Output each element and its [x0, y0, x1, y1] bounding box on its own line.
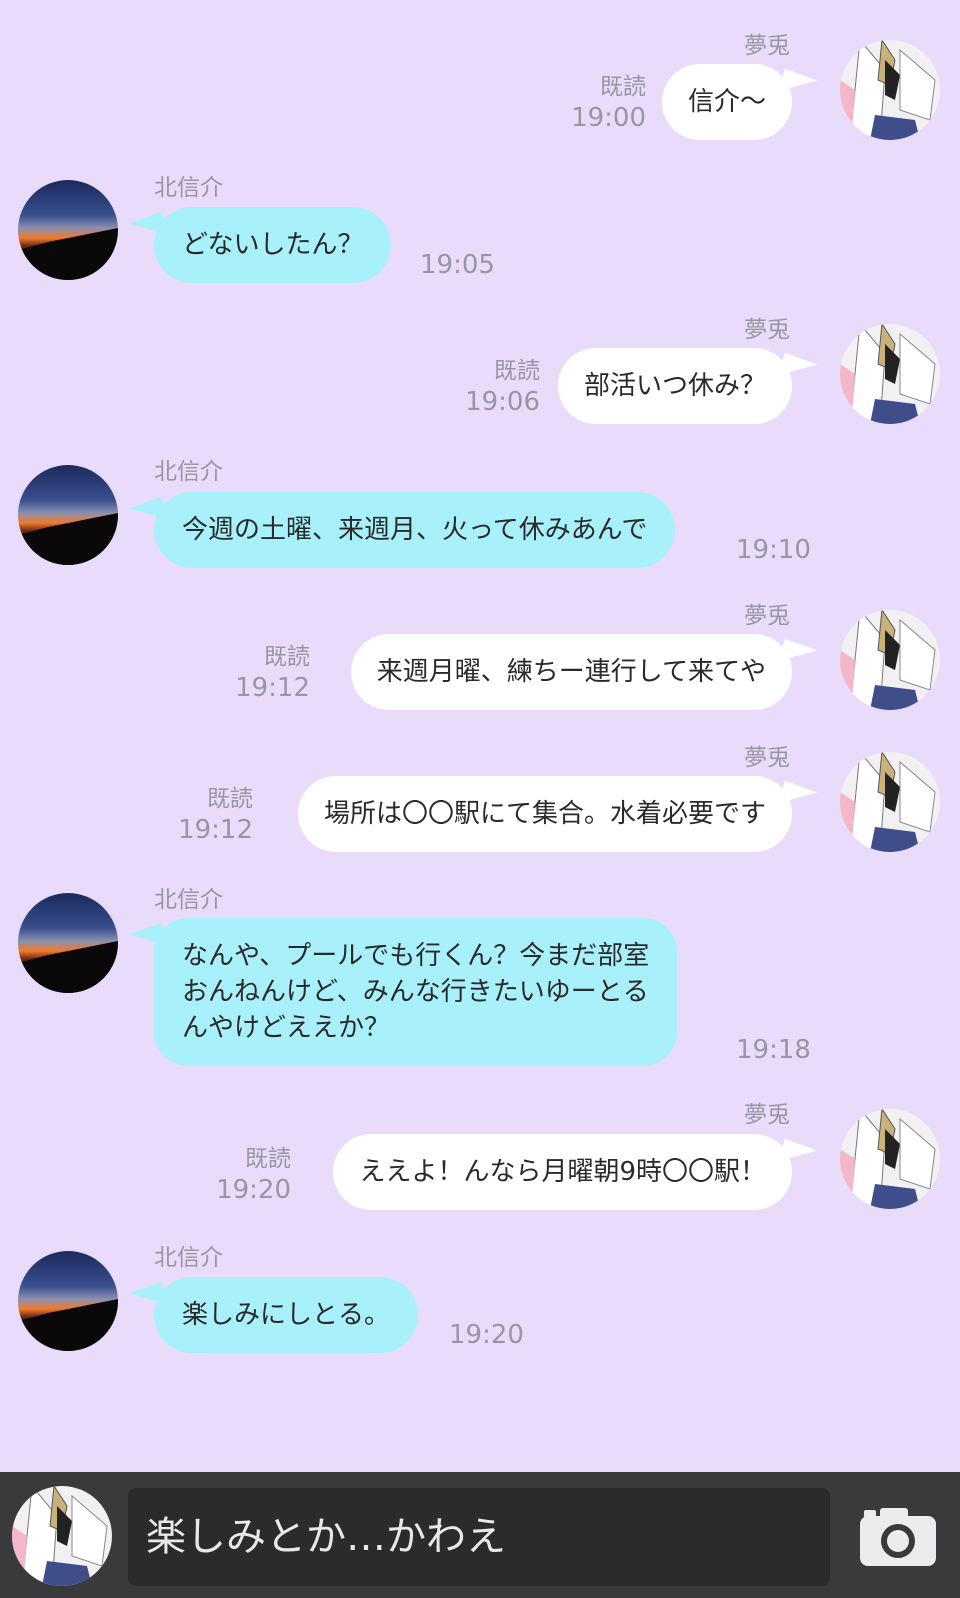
- read-status: 既読: [245, 1146, 291, 1172]
- anime-character-image: [840, 324, 940, 424]
- anime-character-image: [840, 1109, 940, 1209]
- sender-name: 北信介: [154, 459, 223, 485]
- sender-name: 夢兎: [744, 317, 790, 343]
- read-status: 既読: [600, 74, 646, 100]
- input-bar: 楽しみとか…かわえ: [0, 1472, 960, 1598]
- self-avatar[interactable]: [840, 610, 940, 710]
- message-meta: 既読 19:12: [235, 642, 310, 704]
- anime-character-image: [840, 610, 940, 710]
- timestamp: 19:12: [178, 815, 253, 845]
- sunset-photo: [18, 465, 118, 565]
- anime-character-image: [12, 1486, 112, 1586]
- message-bubble-received[interactable]: 楽しみにしとる。: [154, 1277, 419, 1353]
- message-bubble-sent[interactable]: ええよ！んなら月曜朝9時〇〇駅！: [333, 1134, 792, 1210]
- anime-character-image: [840, 40, 940, 140]
- timestamp: 19:06: [465, 387, 540, 417]
- timestamp: 19:10: [736, 535, 811, 565]
- read-status: 既読: [207, 786, 253, 812]
- self-avatar[interactable]: [840, 324, 940, 424]
- sunset-photo: [18, 893, 118, 993]
- sender-name: 北信介: [154, 887, 223, 913]
- timestamp: 19:18: [736, 1035, 811, 1065]
- sender-name: 夢兎: [744, 1102, 790, 1128]
- message-bubble-received[interactable]: 今週の土曜、来週月、火って休みあんで: [154, 492, 676, 568]
- message-meta: 既読 19:06: [465, 356, 540, 418]
- self-avatar[interactable]: [840, 1109, 940, 1209]
- self-avatar[interactable]: [840, 752, 940, 852]
- sunset-photo: [18, 1251, 118, 1351]
- message-input[interactable]: 楽しみとか…かわえ: [128, 1488, 830, 1586]
- sunset-photo: [18, 180, 118, 280]
- read-status: 既読: [494, 358, 540, 384]
- contact-avatar[interactable]: [18, 180, 118, 280]
- timestamp: 19:20: [216, 1175, 291, 1205]
- message-meta: 既読 19:12: [178, 784, 253, 846]
- contact-avatar[interactable]: [18, 465, 118, 565]
- message-meta: 既読 19:00: [571, 72, 646, 134]
- self-avatar[interactable]: [840, 40, 940, 140]
- message-meta: 既読 19:20: [216, 1144, 291, 1206]
- sender-name: 夢兎: [744, 33, 790, 59]
- timestamp: 19:00: [571, 103, 646, 133]
- message-bubble-sent[interactable]: 部活いつ休み？: [557, 348, 792, 424]
- contact-avatar[interactable]: [18, 893, 118, 993]
- chat-area[interactable]: 夢兎 既読 19:00 信介〜 北信介 どないしたん？ 19:05 夢兎 既読 …: [0, 0, 960, 1472]
- message-bubble-sent[interactable]: 来週月曜、練ちー連行して来てや: [350, 634, 792, 710]
- timestamp: 19:12: [235, 673, 310, 703]
- message-bubble-sent[interactable]: 場所は〇〇駅にて集合。水着必要です: [297, 776, 792, 852]
- message-bubble-received[interactable]: なんや、プールでも行くん？今まだ部室 おんねんけど、みんな行きたいゆーとる んや…: [154, 918, 678, 1066]
- sender-name: 北信介: [154, 1245, 223, 1271]
- camera-button[interactable]: [858, 1504, 938, 1568]
- self-avatar[interactable]: [12, 1486, 112, 1586]
- camera-icon: [860, 1508, 936, 1566]
- anime-character-image: [840, 752, 940, 852]
- message-bubble-sent[interactable]: 信介〜: [661, 64, 792, 140]
- sender-name: 北信介: [154, 175, 223, 201]
- read-status: 既読: [264, 644, 310, 670]
- timestamp: 19:20: [449, 1320, 524, 1350]
- sender-name: 夢兎: [744, 745, 790, 771]
- message-bubble-received[interactable]: どないしたん？: [154, 207, 392, 283]
- timestamp: 19:05: [420, 250, 495, 280]
- sender-name: 夢兎: [744, 603, 790, 629]
- contact-avatar[interactable]: [18, 1251, 118, 1351]
